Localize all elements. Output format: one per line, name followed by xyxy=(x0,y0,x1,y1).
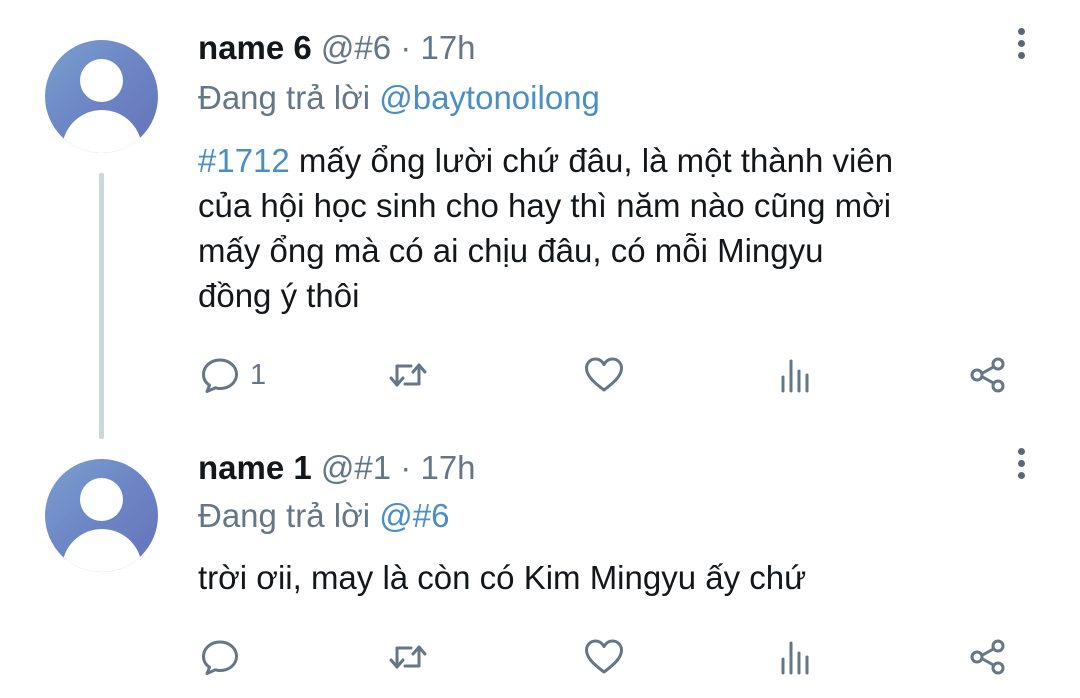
tweet-text: #1712 mấy ổng lười chứ đâu, là một thành… xyxy=(198,138,1048,318)
display-name[interactable]: name 1 xyxy=(198,449,312,486)
more-options-icon[interactable] xyxy=(1008,28,1034,68)
reply-button[interactable] xyxy=(198,632,250,682)
reply-button[interactable]: 1 xyxy=(198,350,266,400)
replying-to-label: Đang trả lời xyxy=(198,79,371,116)
hashtag-link[interactable]: #1712 xyxy=(198,142,290,179)
stats-icon xyxy=(781,641,809,675)
timestamp[interactable]: 17h xyxy=(420,449,475,486)
like-icon xyxy=(585,639,623,674)
share-icon xyxy=(970,357,1005,393)
tweet-text-line: mấy ổng lười chứ đâu, là một thành viên xyxy=(289,142,894,179)
user-handle: @#1 xyxy=(320,449,392,486)
thread-line xyxy=(99,173,104,439)
replying-to: Đang trả lời @baytonoilong xyxy=(198,78,600,118)
separator-dot: · xyxy=(400,449,412,486)
like-button[interactable] xyxy=(582,350,626,400)
reply-count: 1 xyxy=(250,359,267,391)
avatar[interactable] xyxy=(45,40,158,153)
display-name[interactable]: name 6 xyxy=(198,29,312,66)
reply-icon xyxy=(202,358,238,393)
reply-icon xyxy=(202,640,238,675)
retweet-icon xyxy=(389,645,427,669)
avatar-head-shape xyxy=(80,59,123,102)
like-button[interactable] xyxy=(582,632,626,682)
tweet-header: name 6 @#6 · 17h xyxy=(198,28,476,68)
avatar-head-shape xyxy=(80,478,123,521)
avatar[interactable] xyxy=(45,459,158,572)
tweet[interactable]: name 6 @#6 · 17h Đang trả lời @baytonoil… xyxy=(0,0,1080,440)
stats-button[interactable] xyxy=(774,350,818,400)
tweet-text-line: trời ơii, may là còn có Kim Mingyu ấy ch… xyxy=(198,559,807,596)
replying-to: Đang trả lời @#6 xyxy=(198,496,449,536)
replying-to-mention[interactable]: @baytonoilong xyxy=(379,79,600,116)
tweet-text-line: đồng ý thôi xyxy=(198,277,360,314)
stats-icon xyxy=(781,359,809,393)
replying-to-label: Đang trả lời xyxy=(198,497,371,534)
share-button[interactable] xyxy=(966,350,1010,400)
like-icon xyxy=(585,357,623,392)
tweet-text-line: mấy ổng mà có ai chịu đâu, có mỗi Mingyu xyxy=(198,232,824,269)
avatar-body-shape xyxy=(62,529,142,572)
tweet-actions: 1 xyxy=(198,350,1018,400)
retweet-icon xyxy=(389,363,427,387)
share-button[interactable] xyxy=(966,632,1010,682)
replying-to-mention[interactable]: @#6 xyxy=(379,497,449,534)
tweet-text-line: của hội học sinh cho hay thì năm nào cũn… xyxy=(198,187,892,224)
separator-dot: · xyxy=(400,29,412,66)
share-icon xyxy=(970,639,1005,675)
tweet-actions xyxy=(198,632,1018,682)
retweet-button[interactable] xyxy=(386,350,430,400)
tweet[interactable]: name 1 @#1 · 17h Đang trả lời @#6 trời ơ… xyxy=(0,440,1080,698)
user-handle: @#6 xyxy=(320,29,392,66)
more-options-icon[interactable] xyxy=(1008,448,1034,488)
tweet-text: trời ơii, may là còn có Kim Mingyu ấy ch… xyxy=(198,555,1048,600)
retweet-button[interactable] xyxy=(386,632,430,682)
avatar-body-shape xyxy=(62,110,142,153)
stats-button[interactable] xyxy=(774,632,818,682)
timestamp[interactable]: 17h xyxy=(420,29,475,66)
tweet-header: name 1 @#1 · 17h xyxy=(198,448,476,488)
